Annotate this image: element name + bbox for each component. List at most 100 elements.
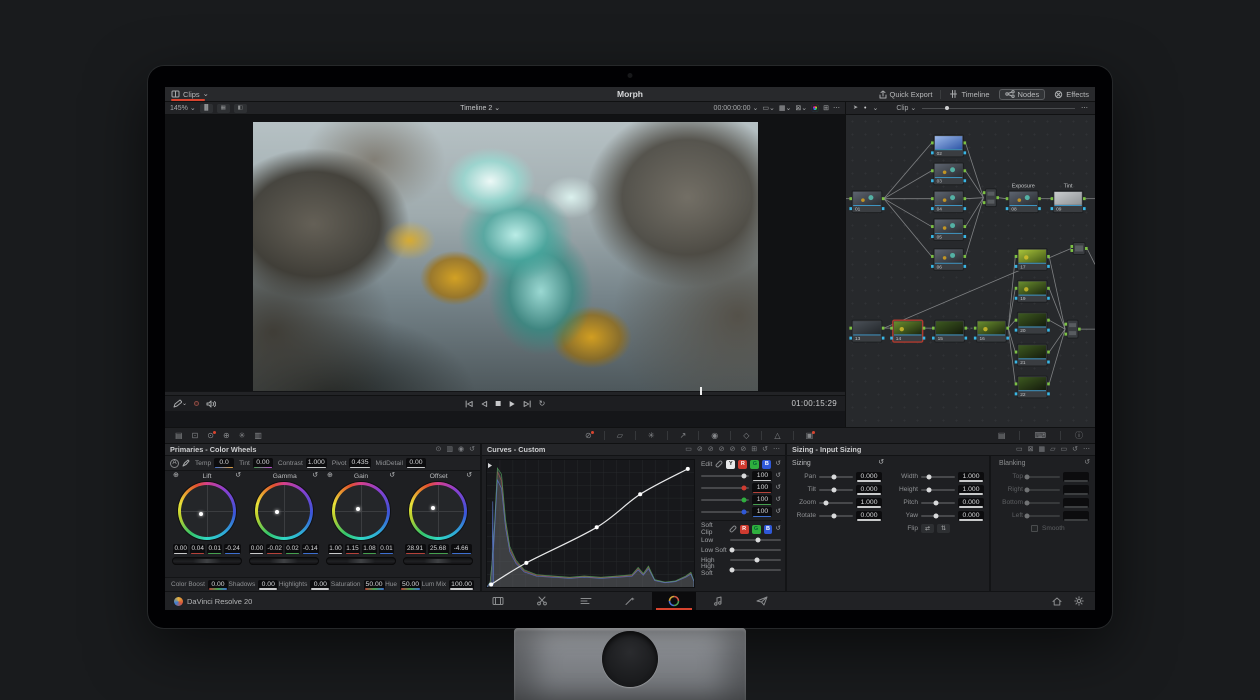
blank-left-value[interactable]	[1063, 511, 1089, 521]
high-soft-slider[interactable]	[730, 569, 781, 571]
curve-custom-icon[interactable]	[685, 446, 692, 453]
reset-icon[interactable]	[312, 473, 318, 480]
gain-master[interactable]: 1.00	[328, 544, 343, 554]
curve-lum-sat-icon[interactable]	[730, 446, 736, 453]
quick-export-button[interactable]: Quick Export	[873, 87, 939, 101]
gamma-master-wheel[interactable]	[249, 557, 319, 565]
expand-viewer-icon[interactable]	[823, 105, 829, 112]
expand-panel-icon[interactable]	[751, 446, 757, 453]
sizing-node-icon[interactable]	[1050, 446, 1055, 453]
viewer-zoom-select[interactable]: 145%	[170, 105, 196, 112]
node-graph[interactable]: 010203040506Exposure08Tint09131415161719…	[846, 115, 1095, 426]
node-14[interactable]: 14	[890, 320, 925, 342]
lut-browser-icon[interactable]	[192, 432, 199, 440]
offset-green[interactable]: 25.68	[428, 544, 449, 554]
lift-red[interactable]: 0.04	[190, 544, 205, 554]
tracker-icon[interactable]	[207, 432, 214, 440]
sizing-output-icon[interactable]	[1038, 446, 1045, 453]
node-zoom-slider[interactable]	[922, 108, 1075, 109]
node-13[interactable]: 13	[849, 320, 884, 342]
node-view-selector[interactable]: Clip	[896, 105, 916, 112]
clips-button[interactable]: Clips	[165, 87, 215, 101]
softclip-r-button[interactable]: R	[740, 525, 749, 534]
low-soft-slider[interactable]	[730, 549, 781, 551]
nodes-button[interactable]: Nodes	[999, 89, 1046, 100]
effects-library-icon[interactable]	[239, 432, 246, 440]
r-mix-slider[interactable]	[701, 487, 749, 489]
image-wipe-icon[interactable]	[617, 432, 623, 440]
gamma-master[interactable]: 0.00	[249, 544, 264, 554]
node-20[interactable]: 20	[1015, 312, 1050, 334]
source-timecode[interactable]: 00:00:00:00	[714, 105, 759, 112]
curve-hue-hue-icon[interactable]	[697, 446, 703, 453]
offset-master-wheel[interactable]	[403, 557, 473, 565]
play-button[interactable]	[509, 400, 516, 408]
blank-right-value[interactable]	[1063, 485, 1089, 495]
gain-green[interactable]: 1.08	[362, 544, 377, 554]
auto-select-icon[interactable]	[774, 432, 780, 440]
node-05[interactable]: 05	[931, 219, 966, 241]
skip-start-button[interactable]	[465, 400, 474, 408]
blank-right-slider[interactable]	[1026, 489, 1060, 491]
settings-gear-icon[interactable]	[1074, 596, 1084, 606]
audio-mute-icon[interactable]	[206, 400, 216, 408]
offset-wheel[interactable]	[409, 482, 467, 540]
tint-value[interactable]: 0.00	[253, 458, 273, 468]
node-19[interactable]: 19	[1015, 280, 1050, 302]
curve-hue-lum-icon[interactable]	[719, 446, 725, 453]
node-06[interactable]: 06	[931, 248, 966, 270]
auto-balance-icon[interactable]: A	[170, 459, 179, 468]
viewer-toggle-compare-icon[interactable]: ◧	[234, 104, 247, 113]
width-slider[interactable]	[921, 476, 955, 478]
reset-icon[interactable]	[775, 461, 781, 468]
lift-master[interactable]: 0.00	[173, 544, 188, 554]
stop-button[interactable]	[495, 400, 502, 407]
freeze-icon[interactable]	[648, 432, 655, 440]
softclip-b-button[interactable]: B	[764, 525, 773, 534]
node-09[interactable]: Tint09	[1051, 184, 1086, 213]
loop-render-icon[interactable]	[711, 432, 718, 440]
pan-value[interactable]: 0.000	[856, 472, 882, 482]
reset-icon[interactable]	[775, 485, 781, 492]
record-indicator-icon[interactable]	[194, 401, 199, 406]
chevron-down-icon[interactable]	[872, 105, 878, 112]
highlights-value[interactable]: 0.00	[310, 580, 330, 590]
flip-vertical-button[interactable]	[937, 524, 950, 533]
keyframe-add-icon[interactable]	[743, 432, 749, 440]
offset-blue[interactable]: -4.66	[451, 544, 472, 554]
node-M1[interactable]	[983, 189, 999, 207]
home-icon[interactable]	[1052, 596, 1062, 606]
pointer-tool-icon[interactable]	[853, 105, 858, 111]
reset-icon[interactable]	[762, 446, 768, 453]
reset-icon[interactable]	[469, 446, 475, 453]
b-mix-slider[interactable]	[701, 511, 749, 513]
sizing-crop-icon[interactable]	[1016, 446, 1023, 453]
loop-button[interactable]	[539, 400, 546, 408]
primaries-log-icon[interactable]	[458, 446, 464, 453]
gang-link-icon[interactable]	[715, 460, 723, 468]
reset-icon[interactable]	[235, 473, 241, 480]
wheel-mode-icon[interactable]	[173, 473, 179, 480]
wheel-mode-icon[interactable]	[327, 473, 333, 480]
picker-pen-icon[interactable]	[182, 459, 190, 467]
smooth-checkbox[interactable]	[1031, 525, 1038, 532]
curves-graph[interactable]	[486, 459, 695, 588]
timeline-selector[interactable]: Timeline 2	[460, 105, 500, 112]
node-02[interactable]: 02	[931, 135, 966, 157]
reset-icon[interactable]	[389, 473, 395, 480]
contrast-value[interactable]: 1.000	[306, 458, 327, 468]
page-fairlight[interactable]	[696, 592, 740, 610]
middetail-value[interactable]: 0.00	[406, 458, 426, 468]
picker-icon[interactable]	[680, 432, 687, 440]
hue-value[interactable]: 50.00	[400, 580, 421, 590]
page-fusion[interactable]	[608, 592, 652, 610]
reset-icon[interactable]	[775, 509, 781, 516]
zoom-slider[interactable]	[819, 502, 853, 504]
height-value[interactable]: 1.000	[958, 485, 984, 495]
blank-bottom-slider[interactable]	[1026, 502, 1060, 504]
sizing-ref-icon[interactable]	[1061, 446, 1068, 453]
offset-red[interactable]: 28.91	[405, 544, 426, 554]
gain-wheel[interactable]	[332, 482, 390, 540]
viewer-toggle-split-icon[interactable]: ▐▌	[200, 104, 213, 113]
softclip-g-button[interactable]: G	[752, 525, 761, 534]
